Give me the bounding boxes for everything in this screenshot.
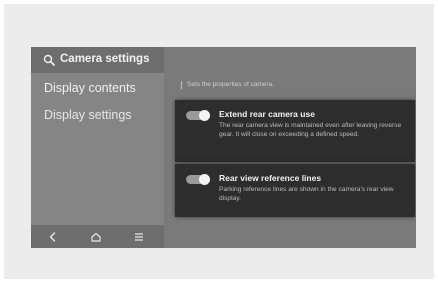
header-bar[interactable]: Camera settings — [31, 47, 164, 73]
setting-title: Extend rear camera use — [219, 109, 315, 119]
setting-card-reference-lines[interactable]: Rear view reference lines Parking refere… — [175, 164, 415, 217]
manual-figure-frame: Camera settings Display contents Display… — [4, 4, 434, 279]
setting-card-extend-rear-camera[interactable]: Extend rear camera use The rear camera v… — [175, 100, 415, 162]
setting-description: The rear camera view is maintained even … — [219, 122, 402, 138]
back-icon[interactable] — [46, 230, 60, 244]
sidebar-item-display-contents[interactable]: Display contents — [44, 81, 136, 95]
page-title: Camera settings — [60, 53, 150, 65]
search-icon[interactable] — [43, 54, 55, 66]
home-icon[interactable] — [89, 230, 103, 244]
toggle-switch[interactable] — [186, 110, 210, 121]
toggle-knob — [199, 110, 210, 121]
menu-icon[interactable] — [132, 230, 146, 244]
sidebar-item-display-settings[interactable]: Display settings — [44, 108, 132, 122]
bottom-nav-bar — [31, 225, 164, 248]
toggle-knob — [199, 174, 210, 185]
setting-title: Rear view reference lines — [219, 173, 322, 183]
setting-description: Parking reference lines are shown in the… — [219, 186, 394, 202]
toggle-switch[interactable] — [186, 174, 210, 185]
infotainment-screen: Camera settings Display contents Display… — [31, 47, 416, 248]
sidebar: Camera settings Display contents Display… — [31, 47, 164, 248]
section-description: Sets the properties of camera. — [181, 81, 274, 89]
